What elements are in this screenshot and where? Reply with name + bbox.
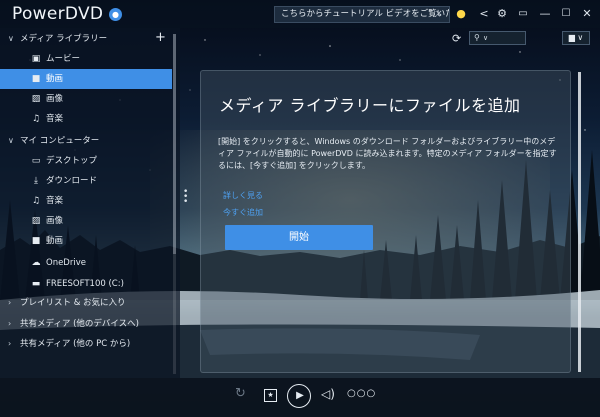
- sidebar-item-label: 画像: [46, 216, 64, 226]
- sidebar-section-label: メディア ライブラリー: [20, 34, 108, 44]
- image-icon: ▨: [31, 216, 41, 226]
- chevron-down-icon: ∨: [483, 34, 489, 42]
- sidebar-item-label: デスクトップ: [46, 156, 98, 166]
- sidebar-item-label: 動画: [46, 236, 64, 246]
- sidebar-item-label: ムービー: [46, 54, 81, 64]
- maximize-icon[interactable]: ☐: [558, 6, 574, 22]
- refresh-icon[interactable]: ⟳: [452, 32, 461, 45]
- tutorial-tip[interactable]: こちらからチュートリアル ビデオをご覧いただけます。: [274, 6, 450, 23]
- drive-icon: ▬: [31, 279, 41, 289]
- chevron-right-icon: ›: [8, 339, 12, 348]
- image-icon: ▨: [31, 94, 41, 104]
- sidebar-item-label: FREESOFT100 (C:): [46, 279, 124, 289]
- repeat-icon[interactable]: ↻: [235, 386, 246, 401]
- more-icon[interactable]: ○○○: [347, 388, 376, 399]
- main-scrollbar[interactable]: [578, 72, 581, 372]
- search-icon: ⚲: [474, 33, 480, 42]
- sidebar-section-my-computer[interactable]: ∨ マイ コンピューター: [0, 131, 172, 151]
- sidebar-item-label: 音楽: [46, 114, 64, 124]
- learn-more-link[interactable]: 詳しく見る: [223, 190, 263, 201]
- cloud-icon: ☁: [31, 258, 41, 268]
- sidebar-section-label: 共有メディア (他の PC から): [20, 339, 131, 349]
- sidebar-item-onedrive[interactable]: ☁ OneDrive: [0, 253, 172, 273]
- sidebar-item-desktop[interactable]: ▭ デスクトップ: [0, 151, 172, 171]
- sidebar-section-label: マイ コンピューター: [20, 136, 100, 146]
- chevron-down-icon: ∨: [8, 34, 14, 43]
- panel-description: [開始] をクリックすると、Windows のダウンロード フォルダーおよびライ…: [218, 137, 557, 170]
- lightbulb-icon[interactable]: ●: [453, 6, 469, 22]
- panel-title: メディア ライブラリーにファイルを追加: [219, 96, 521, 115]
- tip-close-icon[interactable]: ×: [435, 6, 443, 23]
- chevron-right-icon: ›: [8, 319, 12, 328]
- gear-icon[interactable]: ⚙: [494, 6, 510, 22]
- sidebar-item-music[interactable]: ♫ 音楽: [0, 109, 172, 129]
- sidebar-item-computer-images[interactable]: ▨ 画像: [0, 211, 172, 231]
- sidebar-section-shared-to-devices[interactable]: › 共有メディア (他のデバイスへ): [0, 314, 172, 334]
- add-now-link[interactable]: 今すぐ追加: [223, 207, 263, 218]
- sidebar-scrollbar-thumb[interactable]: [173, 34, 176, 254]
- sidebar-section-shared-from-pcs[interactable]: › 共有メディア (他の PC から): [0, 334, 172, 354]
- close-icon[interactable]: ✕: [579, 6, 595, 22]
- app-title: PowerDVD: [12, 4, 104, 24]
- view-mode-button[interactable]: ▆ ∨: [562, 31, 590, 45]
- sidebar-item-computer-videos[interactable]: ■ 動画: [0, 231, 172, 251]
- volume-icon[interactable]: ◁): [321, 387, 335, 401]
- download-icon: ⤓: [34, 176, 38, 186]
- chevron-right-icon: ›: [8, 298, 12, 307]
- video-icon: ■: [31, 74, 41, 84]
- search-input[interactable]: ⚲ ∨: [469, 31, 526, 45]
- video-icon: ■: [31, 236, 41, 246]
- sidebar-item-computer-music[interactable]: ♫ 音楽: [0, 191, 172, 211]
- sidebar-item-label: 音楽: [46, 196, 64, 206]
- music-icon: ♫: [31, 196, 41, 206]
- play-icon[interactable]: ▶: [287, 384, 311, 408]
- sidebar-item-images[interactable]: ▨ 画像: [0, 89, 172, 109]
- sidebar-section-label: プレイリスト & お気に入り: [20, 298, 126, 308]
- sidebar-item-label: 動画: [46, 74, 64, 84]
- music-icon: ♫: [31, 114, 41, 124]
- sidebar-section-playlists[interactable]: › プレイリスト & お気に入り: [0, 293, 172, 313]
- sidebar-item-downloads[interactable]: ⤓ ダウンロード: [0, 171, 172, 191]
- sidebar-item-label: OneDrive: [46, 258, 86, 268]
- share-icon[interactable]: <: [476, 6, 492, 22]
- sidebar-section-media-library[interactable]: ∨ メディア ライブラリー: [0, 29, 172, 49]
- notification-bell-icon[interactable]: ●: [109, 8, 122, 21]
- chapter-icon[interactable]: ★: [264, 389, 277, 402]
- sidebar-item-drive-c[interactable]: ▬ FREESOFT100 (C:): [0, 274, 172, 294]
- chevron-down-icon: ∨: [8, 136, 14, 145]
- minimize-icon[interactable]: —: [537, 6, 553, 22]
- sidebar-section-label: 共有メディア (他のデバイスへ): [20, 319, 139, 329]
- start-button[interactable]: 開始: [225, 225, 373, 250]
- tv-mode-icon[interactable]: ▭: [515, 6, 531, 22]
- sidebar-item-videos[interactable]: ■ 動画: [0, 69, 172, 89]
- sidebar-item-movies[interactable]: ▣ ムービー: [0, 49, 172, 69]
- panel-resize-handle[interactable]: • • •: [183, 188, 188, 207]
- desktop-icon: ▭: [31, 156, 41, 166]
- sidebar-item-label: 画像: [46, 94, 64, 104]
- sidebar-item-label: ダウンロード: [46, 176, 98, 186]
- movie-icon: ▣: [31, 54, 41, 64]
